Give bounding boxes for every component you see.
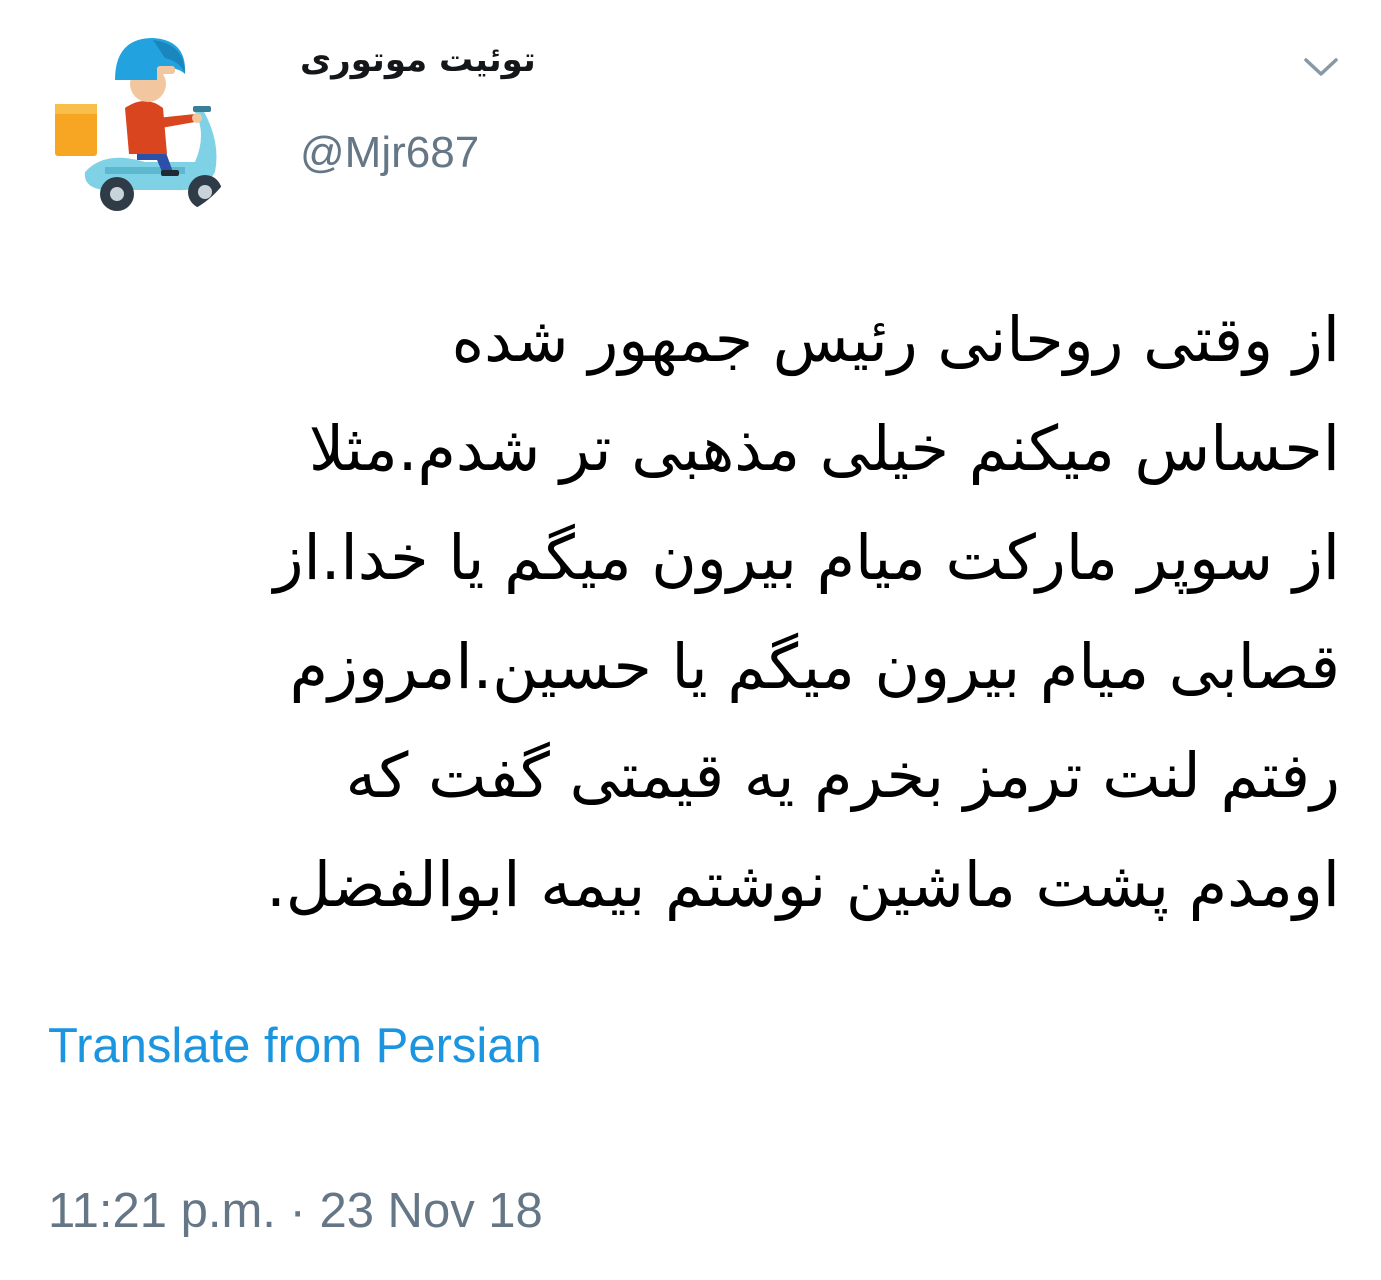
tweet-text-line: از وقتی روحانی رئیس جمهور شده: [451, 303, 1340, 376]
tweet-card: توئیت موتوری @Mjr687 از وقتی روحانی رئیس…: [0, 0, 1381, 1280]
tweet-text-line: اومدم پشت ماشین نوشتم بیمه ابوالفضل.: [266, 848, 1340, 921]
chevron-down-icon: [1304, 58, 1338, 76]
tweet-menu-button[interactable]: [1296, 48, 1346, 88]
tweet-timestamp[interactable]: 11:21 p.m. · 23 Nov 18: [48, 1183, 543, 1239]
tweet-text-line: احساس میکنم خیلی مذهبی تر شدم.مثلا: [308, 412, 1340, 485]
avatar[interactable]: [45, 22, 245, 222]
user-handle[interactable]: @Mjr687: [300, 128, 479, 178]
display-name[interactable]: توئیت موتوری: [300, 40, 620, 80]
tweet-text: از وقتی روحانی رئیس جمهور شده احساس میکن…: [80, 285, 1340, 939]
tweet-text-line: رفتم لنت ترمز بخرم یه قیمتی گفت که: [345, 739, 1340, 812]
tweet-text-line: قصابی میام بیرون میگم یا حسین.امروزم: [289, 630, 1340, 703]
scooter-rider-avatar-icon: [55, 38, 222, 211]
translate-link[interactable]: Translate from Persian: [48, 1018, 542, 1074]
tweet-text-line: از سوپر مارکت میام بیرون میگم یا خدا.از: [273, 521, 1340, 594]
